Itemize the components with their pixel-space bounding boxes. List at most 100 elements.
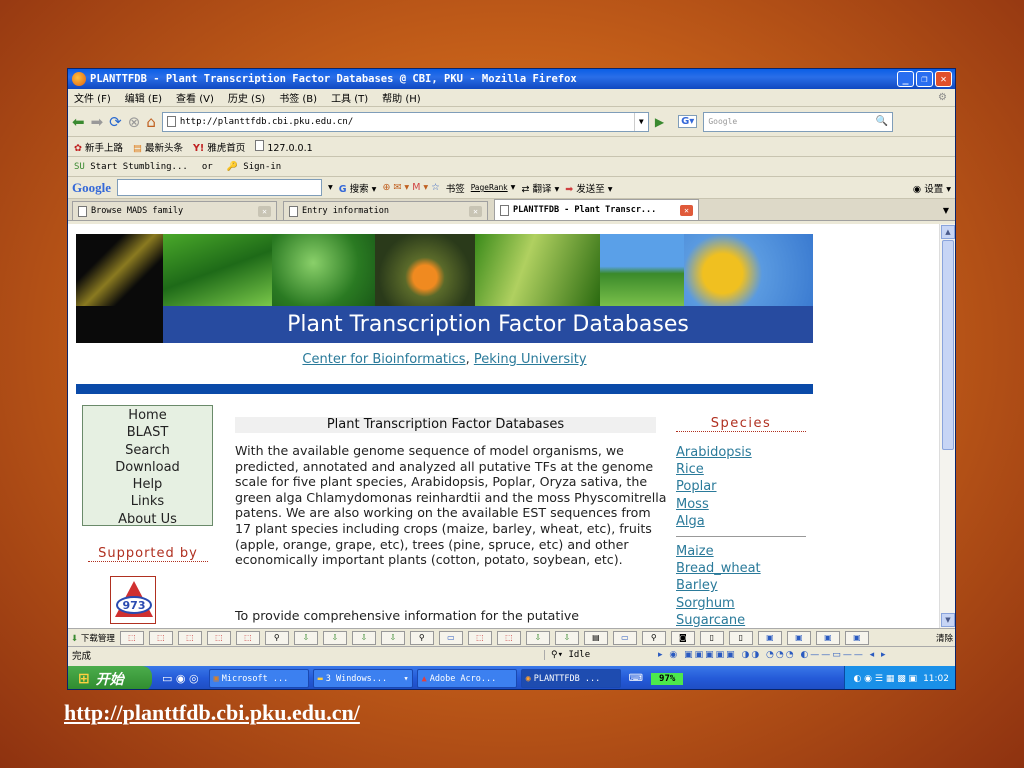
bookmark-localhost[interactable]: 127.0.0.1 xyxy=(255,139,313,154)
url-dropdown-icon[interactable]: ▼ xyxy=(633,112,648,131)
image-file-icon[interactable]: ▣ xyxy=(786,630,811,645)
search-file-icon[interactable]: ⚲ xyxy=(264,630,289,645)
url-bar[interactable]: http://planttfdb.cbi.pku.edu.cn/ ▼ xyxy=(161,111,649,132)
google-bookmarks-button[interactable]: 书签 xyxy=(446,181,465,195)
tab-close-icon[interactable]: ✕ xyxy=(680,204,693,216)
tab-browse-mads[interactable]: Browse MADS family ✕ xyxy=(72,201,277,220)
stop-icon[interactable]: ⊗ xyxy=(128,113,141,131)
window-file-icon[interactable]: ▭ xyxy=(438,630,463,645)
search-engine-icon[interactable]: G▾ xyxy=(678,115,698,128)
document-file-icon[interactable]: ▯ xyxy=(728,630,753,645)
download-file-icon[interactable]: ⇩ xyxy=(525,630,550,645)
addon-icons[interactable]: ▸ ◉ ▣▣▣▣▣ ◑◑ ◔◔◔ ◐——▭—— ◂ ▸ xyxy=(658,650,888,660)
menu-tools[interactable]: 工具 (T) xyxy=(331,90,368,105)
species-poplar[interactable]: Poplar xyxy=(676,478,806,495)
download-file-icon[interactable]: ⇩ xyxy=(554,630,579,645)
species-bread-wheat[interactable]: Bread_wheat xyxy=(676,560,806,577)
bookmark-getting-started[interactable]: ✿ 新手上路 xyxy=(74,140,123,154)
archive-icon[interactable]: ▤ xyxy=(583,630,608,645)
menu-edit[interactable]: 编辑 (E) xyxy=(125,90,162,105)
scroll-down-icon[interactable]: ▼ xyxy=(941,613,955,627)
google-extras-icon[interactable]: ⊕ ✉ ▾ M ▾ ☆ xyxy=(382,182,439,193)
task-microsoft[interactable]: ▣ Microsoft ... xyxy=(208,669,309,688)
nav-search[interactable]: Search xyxy=(83,442,212,459)
back-icon[interactable]: ⬅ xyxy=(72,113,85,131)
species-sugarcane[interactable]: Sugarcane xyxy=(676,612,806,628)
search-file-icon[interactable]: ⚲ xyxy=(641,630,666,645)
cbi-link[interactable]: Center for Bioinformatics xyxy=(302,352,465,367)
species-maize[interactable]: Maize xyxy=(676,543,806,560)
stumble-signin[interactable]: 🔑 Sign-in xyxy=(227,162,282,172)
pdf-icon[interactable]: ⬚ xyxy=(177,630,202,645)
home-icon[interactable]: ⌂ xyxy=(146,113,156,131)
forward-icon[interactable]: ➡ xyxy=(91,113,104,131)
google-search-button[interactable]: G 搜索 ▾ xyxy=(339,181,377,195)
pdf-icon[interactable]: ⬚ xyxy=(148,630,173,645)
menu-history[interactable]: 历史 (S) xyxy=(228,90,265,105)
search-input[interactable]: Google 🔍 xyxy=(703,111,894,132)
download-file-icon[interactable]: ⇩ xyxy=(322,630,347,645)
tray-icons[interactable]: ◐ ◉ ☰ ▦ ▩ ▣ xyxy=(853,674,917,684)
document-file-icon[interactable]: ▯ xyxy=(699,630,724,645)
tab-list-icon[interactable]: ▼ xyxy=(943,206,949,215)
quicklaunch-icons[interactable]: ▭ ◉ ◎ xyxy=(156,672,205,685)
image-file-icon[interactable]: ▣ xyxy=(844,630,869,645)
download-file-icon[interactable]: ⇩ xyxy=(380,630,405,645)
start-button[interactable]: ⊞ 开始 xyxy=(68,666,152,689)
image-file-icon[interactable]: ▣ xyxy=(757,630,782,645)
google-search-dropdown-icon[interactable]: ▾ xyxy=(328,182,333,193)
stumble-start[interactable]: SU Start Stumbling... xyxy=(74,162,188,172)
species-rice[interactable]: Rice xyxy=(676,461,806,478)
image-file-icon[interactable]: ◙ xyxy=(670,630,695,645)
google-settings-button[interactable]: ◉ 设置 ▾ xyxy=(913,181,951,195)
pdf-icon[interactable]: ⬚ xyxy=(496,630,521,645)
google-search-input[interactable] xyxy=(117,179,322,196)
menu-bookmarks[interactable]: 书签 (B) xyxy=(279,90,317,105)
task-adobe-acrobat[interactable]: ▲ Adobe Acro... xyxy=(416,669,517,688)
species-arabidopsis[interactable]: Arabidopsis xyxy=(676,444,806,461)
keyboard-icon[interactable]: ⌨ xyxy=(625,673,647,684)
vertical-scrollbar[interactable]: ▲ ▼ xyxy=(939,224,955,628)
nav-links[interactable]: Links xyxy=(83,493,212,510)
close-button[interactable]: ✕ xyxy=(935,71,952,87)
sendto-button[interactable]: ➡ 发送至 ▾ xyxy=(565,181,612,195)
pdf-icon[interactable]: ⬚ xyxy=(119,630,144,645)
download-file-icon[interactable]: ⇩ xyxy=(351,630,376,645)
minimize-button[interactable]: _ xyxy=(897,71,914,87)
tab-entry-information[interactable]: Entry information ✕ xyxy=(283,201,488,220)
download-manager-button[interactable]: ⬇ 下载管理 xyxy=(71,632,115,644)
window-file-icon[interactable]: ▭ xyxy=(612,630,637,645)
species-sorghum[interactable]: Sorghum xyxy=(676,595,806,612)
tab-planttfdb[interactable]: PLANTTFDB - Plant Transcr... ✕ xyxy=(494,199,699,220)
species-alga[interactable]: Alga xyxy=(676,513,806,530)
bookmark-latest-headlines[interactable]: ▤ 最新头条 xyxy=(133,140,183,154)
reload-icon[interactable]: ⟳ xyxy=(109,113,122,131)
translate-button[interactable]: ⇄ 翻译 ▾ xyxy=(521,181,559,195)
go-icon[interactable]: ▶ xyxy=(655,115,664,129)
clear-downloads-button[interactable]: 清除 xyxy=(936,632,953,644)
scroll-thumb[interactable] xyxy=(942,240,954,450)
tab-close-icon[interactable]: ✕ xyxy=(469,205,482,217)
nav-about[interactable]: About Us xyxy=(83,511,212,528)
species-barley[interactable]: Barley xyxy=(676,577,806,594)
task-planttfdb[interactable]: ◉ PLANTTFDB ... xyxy=(520,669,621,688)
tab-close-icon[interactable]: ✕ xyxy=(258,205,271,217)
pdf-icon[interactable]: ⬚ xyxy=(235,630,260,645)
nav-help[interactable]: Help xyxy=(83,476,212,493)
menu-help[interactable]: 帮助 (H) xyxy=(382,90,421,105)
pku-link[interactable]: Peking University xyxy=(474,352,587,367)
menu-file[interactable]: 文件 (F) xyxy=(74,90,111,105)
image-file-icon[interactable]: ▣ xyxy=(815,630,840,645)
nav-download[interactable]: Download xyxy=(83,459,212,476)
nav-blast[interactable]: BLAST xyxy=(83,424,212,441)
program-973-logo[interactable]: 973 xyxy=(110,576,156,624)
pdf-icon[interactable]: ⬚ xyxy=(467,630,492,645)
species-moss[interactable]: Moss xyxy=(676,496,806,513)
task-windows-group[interactable]: ▬ 3 Windows... ▾ xyxy=(312,669,413,688)
scroll-up-icon[interactable]: ▲ xyxy=(941,225,955,239)
search-icon[interactable]: 🔍 xyxy=(876,116,888,127)
menu-view[interactable]: 查看 (V) xyxy=(176,90,214,105)
slide-url-caption[interactable]: http://planttfdb.cbi.pku.edu.cn/ xyxy=(64,700,360,726)
search-file-icon[interactable]: ⚲ xyxy=(409,630,434,645)
pdf-icon[interactable]: ⬚ xyxy=(206,630,231,645)
